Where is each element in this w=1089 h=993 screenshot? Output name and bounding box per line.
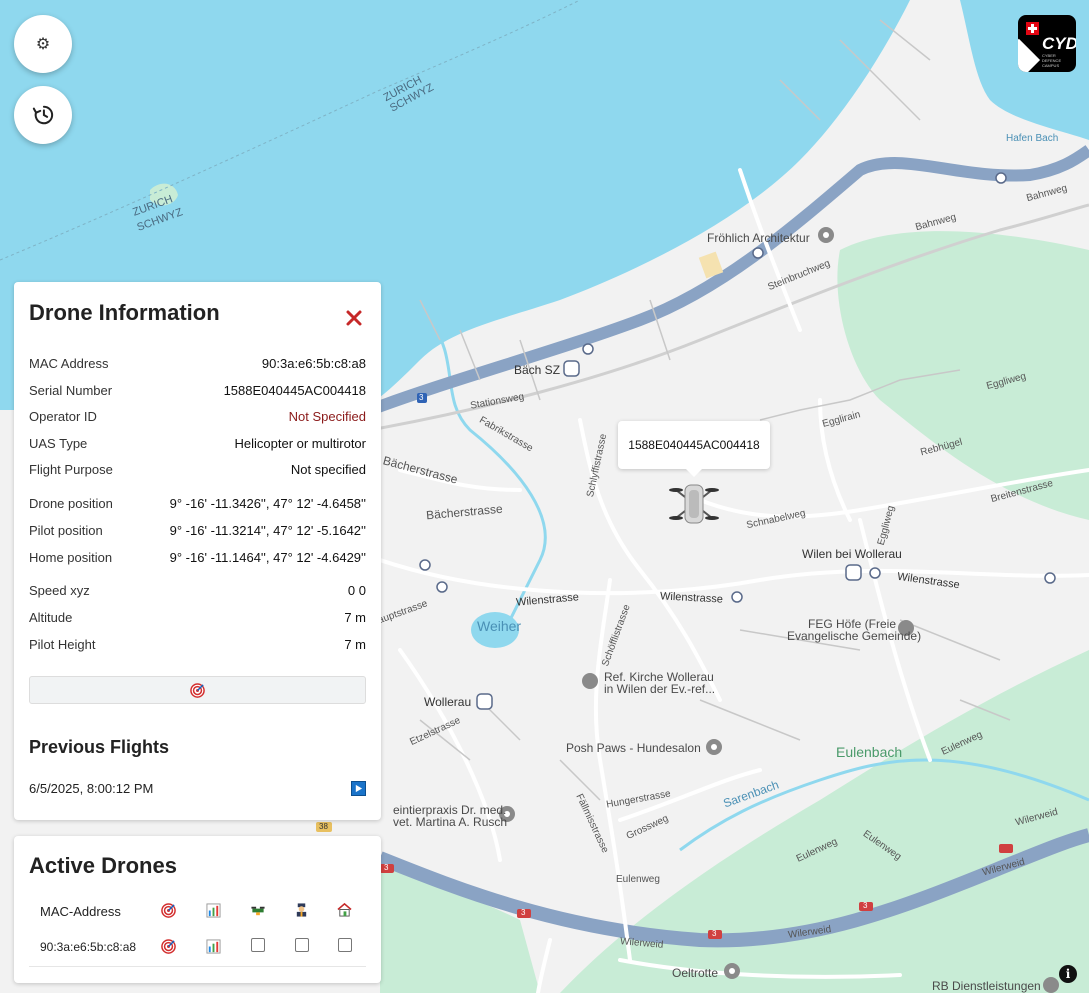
previous-flight-date: 6/5/2025, 8:00:12 PM xyxy=(29,780,154,796)
info-label: UAS Type xyxy=(29,436,88,451)
map-label-tierpraxis: vet. Martina A. Rusch xyxy=(393,815,508,829)
map-label-eulenweg: Eulenweg xyxy=(616,874,660,885)
info-value: 9° -16' -11.3426'', 47° 12' -4.6458'' xyxy=(169,496,366,511)
map-label-wilen-bei-wollerau: Wilen bei Wollerau xyxy=(802,547,902,561)
show-pilot-checkbox[interactable] xyxy=(295,938,309,952)
active-drone-mac: 90:3a:e6:5b:c8:a8 xyxy=(40,940,137,954)
info-row-speed: Speed xyz 0 0 xyxy=(29,583,366,601)
info-row-mac: MAC Address 90:3a:e6:5b:c8:a8 xyxy=(29,356,366,374)
drone-info-title: Drone Information xyxy=(29,300,220,325)
highway-number: 3 xyxy=(419,393,424,402)
map-label-froehlich: Fröhlich Architektur xyxy=(707,231,810,245)
info-row-pilot-position: Pilot position 9° -16' -11.3214'', 47° 1… xyxy=(29,523,366,541)
map-label-weiher: Weiher xyxy=(477,618,522,634)
info-value: 7 m xyxy=(344,610,366,625)
info-row-altitude: Altitude 7 m xyxy=(29,610,366,628)
drone-marker-icon[interactable] xyxy=(668,482,720,526)
map-label-oeltrotte: Oeltrotte xyxy=(672,966,719,980)
play-icon xyxy=(355,784,363,792)
highway-number: 3 xyxy=(863,901,868,910)
home-icon xyxy=(337,902,352,917)
info-row-operator: Operator ID Not Specified xyxy=(29,409,366,427)
info-button[interactable]: i xyxy=(1059,965,1077,983)
play-flight-button[interactable] xyxy=(351,780,366,796)
info-label: Pilot Height xyxy=(29,637,96,652)
active-drones-panel: Active Drones MAC-Address 90:3a:e6:5b:c8… xyxy=(14,836,381,983)
drone-info-panel: Drone Information MAC Address 90:3a:e6:5… xyxy=(14,282,381,820)
info-value: 0 0 xyxy=(347,583,366,598)
locate-drone-button[interactable] xyxy=(29,676,366,704)
info-value: 9° -16' -11.1464'', 47° 12' -4.6429'' xyxy=(169,550,366,565)
map-label-baech-sz: Bäch SZ xyxy=(514,363,561,377)
history-button[interactable] xyxy=(14,86,72,144)
drone-tooltip: 1588E040445AC004418 xyxy=(618,421,770,477)
highway-number: 38 xyxy=(319,822,328,831)
map-label-rb-dienstleistungen: RB Dienstleistungen xyxy=(932,979,1041,993)
info-row-pilot-height: Pilot Height 7 m xyxy=(29,637,366,655)
info-value: 9° -16' -11.3214'', 47° 12' -5.1642'' xyxy=(169,523,366,538)
active-drones-title: Active Drones xyxy=(29,853,177,878)
history-icon xyxy=(32,105,54,125)
show-drone-checkbox[interactable] xyxy=(251,938,265,952)
info-label: Drone position xyxy=(29,496,113,511)
settings-button[interactable]: ⚙ xyxy=(14,15,72,73)
info-value: 1588E040445AC004418 xyxy=(223,383,366,398)
target-icon[interactable] xyxy=(161,939,176,954)
highway-number: 3 xyxy=(712,929,717,938)
map-label-eulenbach: Eulenbach xyxy=(836,744,903,760)
target-icon xyxy=(190,682,205,698)
swiss-flag-icon xyxy=(1026,22,1039,35)
info-label: Pilot position xyxy=(29,523,103,538)
map-label-posh-paws: Posh Paws - Hundesalon xyxy=(566,741,701,755)
info-row-flight-purpose: Flight Purpose Not specified xyxy=(29,462,366,480)
logo-subtext: CYBER DEFENCE CAMPUS xyxy=(1042,53,1062,68)
previous-flight-item: 6/5/2025, 8:00:12 PM xyxy=(29,778,366,798)
info-label: Serial Number xyxy=(29,383,113,398)
map-label-ref-kirche: in Wilen der Ev.-ref... xyxy=(604,682,716,696)
mac-address-header: MAC-Address xyxy=(40,904,121,919)
active-drones-header: MAC-Address xyxy=(14,900,381,924)
info-value: 90:3a:e6:5b:c8:a8 xyxy=(261,356,366,371)
info-row-home-position: Home position 9° -16' -11.1464'', 47° 12… xyxy=(29,550,366,568)
previous-flights-title: Previous Flights xyxy=(29,737,170,757)
chart-icon xyxy=(206,903,221,918)
row-divider xyxy=(29,966,366,967)
info-label: Home position xyxy=(29,550,113,565)
cyd-logo: CYD CYBER DEFENCE CAMPUS xyxy=(1018,15,1076,72)
drone-tooltip-serial: 1588E040445AC004418 xyxy=(628,438,760,452)
map-label-hafen-bach: Hafen Bach xyxy=(1006,133,1059,144)
gear-icon: ⚙ xyxy=(35,36,51,53)
info-label: MAC Address xyxy=(29,356,109,371)
drone-icon xyxy=(251,906,265,916)
chart-icon[interactable] xyxy=(206,939,221,954)
info-label: Altitude xyxy=(29,610,73,625)
info-row-drone-position: Drone position 9° -16' -11.3426'', 47° 1… xyxy=(29,496,366,514)
info-value: Not Specified xyxy=(288,409,366,424)
highway-number: 3 xyxy=(384,863,389,872)
info-label: Flight Purpose xyxy=(29,462,113,477)
highway-number: 3 xyxy=(521,908,526,917)
info-label: Speed xyz xyxy=(29,583,90,598)
map-label-feg: Evangelische Gemeinde) xyxy=(787,629,922,643)
info-row-serial: Serial Number 1588E040445AC004418 xyxy=(29,383,366,401)
info-label: Operator ID xyxy=(29,409,97,424)
close-icon[interactable] xyxy=(345,309,363,327)
logo-text: CYD xyxy=(1042,34,1076,53)
active-drone-row[interactable]: 90:3a:e6:5b:c8:a8 xyxy=(14,936,381,960)
pilot-icon xyxy=(296,903,307,917)
info-value: Helicopter or multirotor xyxy=(234,436,367,451)
info-value: 7 m xyxy=(344,637,366,652)
info-value: Not specified xyxy=(290,462,366,477)
info-row-uas-type: UAS Type Helicopter or multirotor xyxy=(29,436,366,454)
show-home-checkbox[interactable] xyxy=(338,938,352,952)
target-icon xyxy=(161,903,176,918)
map-label-wollerau: Wollerau xyxy=(424,695,472,709)
